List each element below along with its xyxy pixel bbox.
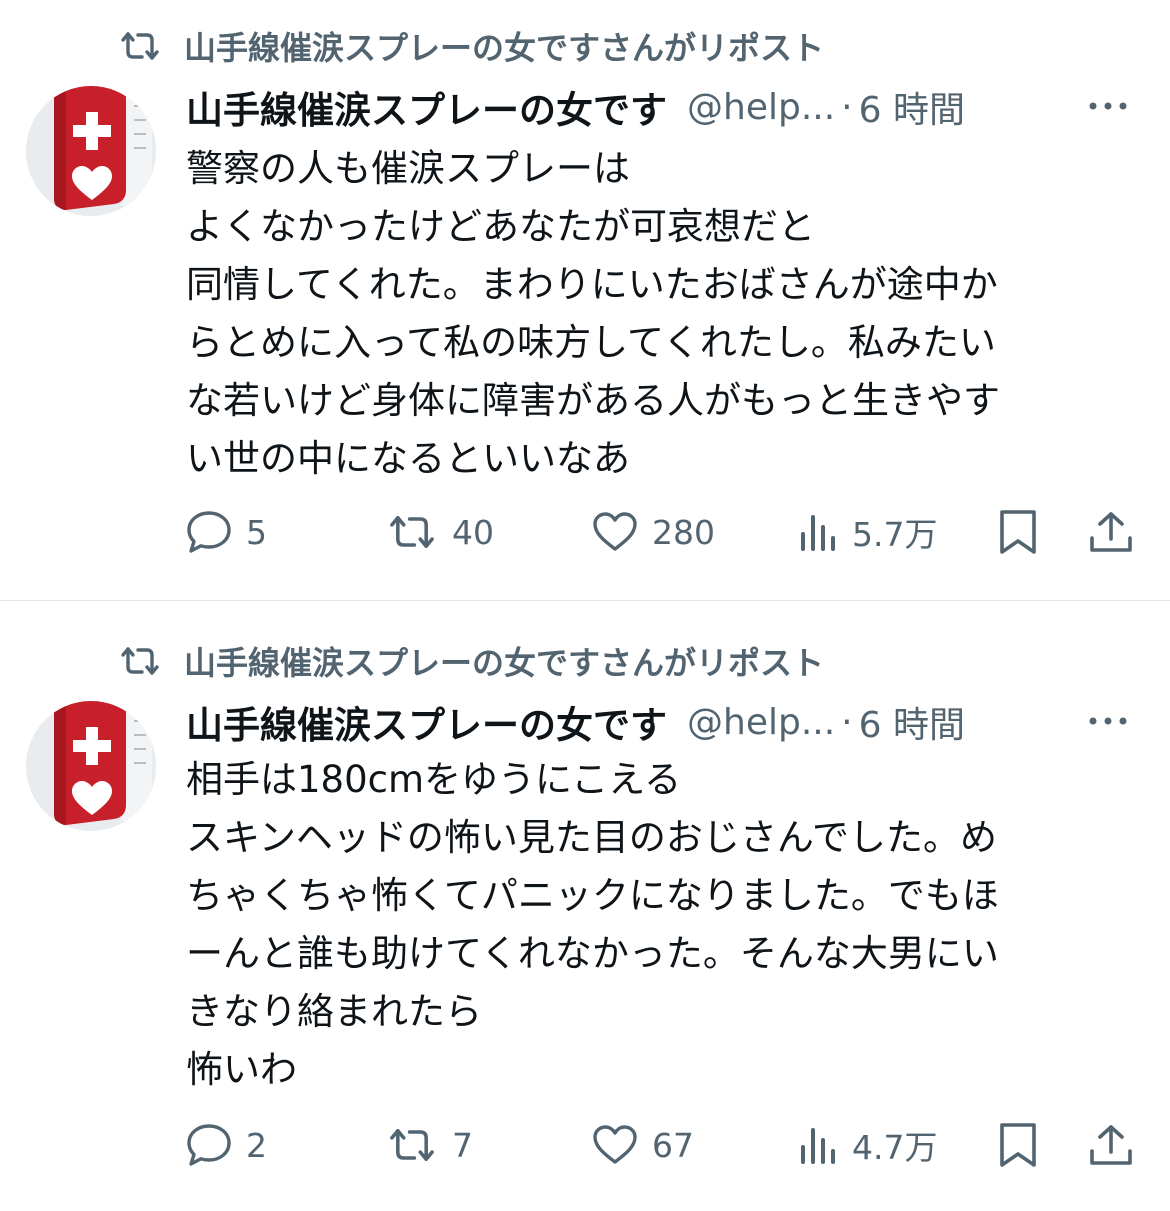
avatar-heart-icon (72, 166, 112, 202)
reply-count: 5 (246, 512, 267, 552)
repost-icon (118, 26, 164, 66)
separator-dot: · (841, 701, 853, 743)
share-icon (1088, 510, 1134, 554)
views-count: 5.7万 (852, 515, 938, 554)
views-button[interactable]: 4.7万 (798, 1121, 937, 1169)
tweet-text: 相手は180cmをゆうにこえる スキンヘッドの怖い見た目のおじさんでした。め ち… (186, 751, 1136, 1099)
repost-button[interactable]: 7 (386, 1124, 473, 1166)
more-icon[interactable] (1086, 86, 1130, 126)
like-icon (592, 1124, 638, 1166)
tweet[interactable]: 山手線催涙スプレーの女ですさんがリポスト 山手線催涙スプレーの女です @help… (0, 600, 1170, 1211)
display-name[interactable]: 山手線催涙スプレーの女です (186, 695, 667, 749)
like-icon (592, 511, 638, 553)
reply-icon (186, 510, 232, 554)
tweet-text-line: ーんと誰も助けてくれなかった。そんな大男にい (186, 932, 999, 975)
reply-icon (186, 1123, 232, 1167)
reply-button[interactable]: 5 (186, 510, 267, 554)
action-bar: 2 7 67 4.7万 (186, 1115, 1140, 1175)
tweet-text-line: 警察の人も催涙スプレーは (186, 147, 630, 190)
repost-button[interactable]: 40 (386, 511, 494, 553)
avatar-heart-icon (72, 781, 112, 817)
share-button[interactable] (1088, 1123, 1134, 1167)
like-button[interactable]: 67 (592, 1124, 694, 1166)
more-icon[interactable] (1086, 701, 1130, 741)
reply-count: 2 (246, 1125, 267, 1165)
tweet[interactable]: 山手線催涙スプレーの女ですさんがリポスト 山手線催涙スプレーの女です @help… (0, 0, 1170, 600)
tweet-header: 山手線催涙スプレーの女です @help... · 6 時間 (186, 80, 1140, 134)
avatar-cross-icon (73, 727, 111, 765)
avatar[interactable] (26, 86, 156, 216)
timestamp[interactable]: 6 時間 (859, 696, 965, 748)
tweet-text-line: ちゃくちゃ怖くてパニックになりました。でもほ (186, 874, 999, 917)
repost-label: 山手線催涙スプレーの女ですさんがリポスト (184, 29, 825, 67)
views-icon (798, 512, 838, 552)
repost-count: 7 (452, 1125, 473, 1165)
bookmark-icon (998, 508, 1038, 556)
views-button[interactable]: 5.7万 (798, 508, 937, 556)
repost-count: 40 (452, 512, 494, 552)
repost-indicator[interactable]: 山手線催涙スプレーの女ですさんがリポスト (118, 22, 824, 70)
tweet-text-line: い世の中になるといいなあ (186, 437, 630, 480)
timestamp[interactable]: 6 時間 (859, 81, 965, 133)
share-button[interactable] (1088, 510, 1134, 554)
repost-icon (386, 511, 438, 553)
handle[interactable]: @help... (687, 87, 835, 128)
share-icon (1088, 1123, 1134, 1167)
reply-button[interactable]: 2 (186, 1123, 267, 1167)
views-icon (798, 1125, 838, 1165)
repost-label: 山手線催涙スプレーの女ですさんがリポスト (184, 644, 825, 682)
tweet-text-line: 怖いわ (186, 1048, 297, 1091)
repost-indicator[interactable]: 山手線催涙スプレーの女ですさんがリポスト (118, 637, 824, 685)
tweet-text-line: 同情してくれた。まわりにいたおばさんが途中か (186, 263, 998, 306)
tweet-text-line: よくなかったけどあなたが可哀想だと (186, 205, 815, 248)
tweet-text-line: スキンヘッドの怖い見た目のおじさんでした。め (186, 816, 998, 859)
like-count: 280 (652, 512, 715, 552)
avatar-cross-icon (73, 112, 111, 150)
repost-icon (386, 1124, 438, 1166)
tweet-text: 警察の人も催涙スプレーは よくなかったけどあなたが可哀想だと 同情してくれた。ま… (186, 140, 1136, 488)
tweet-text-line: らとめに入って私の味方してくれたし。私みたい (186, 321, 996, 364)
bookmark-button[interactable] (998, 1121, 1038, 1169)
bookmark-icon (998, 1121, 1038, 1169)
tweet-text-line: な若いけど身体に障害がある人がもっと生きやす (186, 379, 1000, 422)
views-count: 4.7万 (852, 1128, 938, 1167)
display-name[interactable]: 山手線催涙スプレーの女です (186, 80, 667, 134)
handle[interactable]: @help... (687, 702, 835, 743)
tweet-header: 山手線催涙スプレーの女です @help... · 6 時間 (186, 695, 1140, 749)
separator-dot: · (841, 86, 853, 128)
like-count: 67 (652, 1125, 694, 1165)
repost-icon (118, 641, 164, 681)
like-button[interactable]: 280 (592, 511, 715, 553)
tweet-text-line: きなり絡まれたら (186, 990, 482, 1033)
avatar[interactable] (26, 701, 156, 831)
bookmark-button[interactable] (998, 508, 1038, 556)
tweet-text-line: 相手は180cmをゆうにこえる (186, 758, 682, 801)
action-bar: 5 40 280 5.7万 (186, 502, 1140, 562)
